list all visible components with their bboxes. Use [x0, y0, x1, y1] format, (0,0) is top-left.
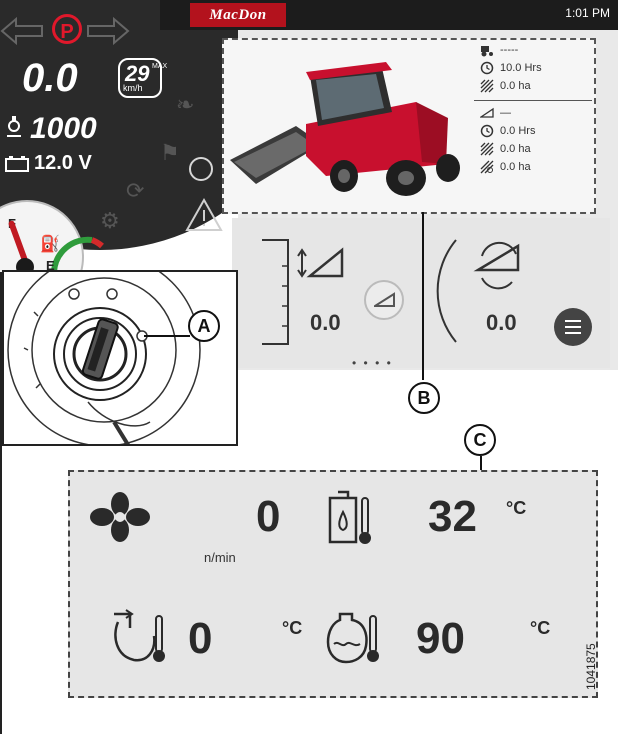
brand-logo: MacDon	[190, 3, 286, 27]
dashboard-panel: P 0.0 29 MAX km/h 1000 12.0 V ❧ ⚑ ⟳ ⚙ F …	[0, 0, 240, 272]
header-id: —	[500, 107, 511, 119]
engine-status-panel: 0 n/min 32 °C 0 °C 90 °C	[68, 470, 598, 698]
coolant-temp-icon	[326, 612, 379, 664]
header-tilt-value: 0.0	[486, 310, 517, 335]
hydraulic-oil-temp-icon	[328, 490, 371, 544]
header-icon	[480, 107, 494, 118]
max-label: MAX	[152, 63, 168, 70]
engine-hours-row: 10.0 Hrs	[474, 60, 592, 78]
header-hours: 0.0 Hrs	[500, 125, 536, 137]
coolant-temp-unit: °C	[530, 618, 551, 638]
intake-air-temp-icon	[114, 609, 165, 662]
engine-rpm: 1000	[30, 112, 97, 145]
intake-temp-unit: °C	[282, 618, 303, 638]
header-type-row: -----	[474, 42, 592, 60]
battery-icon	[5, 156, 29, 172]
area-row-2: 0.0 ha	[474, 141, 592, 159]
area-trip: 0.0 ha	[500, 161, 531, 173]
turn-left-icon	[0, 16, 43, 46]
max-speed-badge: 29 MAX km/h	[118, 58, 167, 98]
warning-icon	[185, 197, 223, 231]
ignition-switch-illustration	[7, 272, 201, 444]
ground-speed: 0.0	[22, 56, 78, 100]
settings-icon	[189, 157, 213, 181]
clock-icon	[480, 61, 494, 75]
coolant-temp-value: 90	[416, 614, 465, 663]
page-indicator[interactable]: • • • •	[352, 356, 393, 370]
fan-speed-value: 0	[256, 492, 281, 541]
parking-brake-icon: P	[52, 14, 82, 44]
header-type: -----	[500, 44, 519, 56]
speed-unit: km/h	[123, 83, 143, 93]
area-row-3: 0.0 ha	[474, 159, 592, 177]
menu-icon-line	[565, 332, 581, 334]
hydraulic-temp-value: 32	[428, 492, 477, 541]
tractor-icon	[481, 46, 493, 57]
ignition-key-inset	[2, 270, 238, 446]
figure-number: 1041875	[584, 643, 598, 690]
intake-temp-value: 0	[188, 614, 213, 663]
clock-icon	[480, 124, 494, 138]
wheel-icon: ⚙	[100, 208, 120, 233]
menu-icon	[565, 320, 581, 322]
area-icon	[480, 79, 494, 93]
header-float-icon: ⚑	[160, 140, 180, 165]
machine-stats: ----- 10.0 Hrs 0.0 ha — 0.0 Hrs 0.0 ha 0…	[474, 42, 592, 177]
engine-hours: 10.0 Hrs	[500, 62, 542, 74]
menu-icon-line	[565, 326, 581, 328]
fan-speed-unit: n/min	[204, 550, 236, 565]
header-height-value: 0.0	[310, 310, 341, 335]
area-trip-icon	[480, 160, 494, 174]
turn-right-icon	[87, 16, 130, 46]
clock: 1:01 PM	[565, 6, 610, 20]
area-icon	[480, 142, 494, 156]
callout-b: B	[408, 382, 440, 414]
header-id-row: —	[474, 105, 592, 123]
fuel-pump-icon: ⛽	[40, 236, 60, 253]
header-hours-row: 0.0 Hrs	[474, 123, 592, 141]
leaf-icon: ❧	[176, 92, 195, 117]
callout-line-b	[422, 212, 424, 380]
windrower-image	[230, 62, 460, 196]
callout-c: C	[464, 424, 496, 456]
reel-icon: ⟳	[126, 178, 145, 203]
system-voltage: 12.0 V	[34, 152, 92, 174]
engine-speed-icon	[7, 116, 21, 137]
menu-button[interactable]	[554, 308, 592, 346]
area-row-1: 0.0 ha	[474, 78, 592, 96]
hydraulic-temp-unit: °C	[506, 498, 527, 518]
divider	[474, 100, 592, 101]
area-header: 0.0 ha	[500, 143, 531, 155]
callout-line-a	[144, 335, 190, 337]
area-total: 0.0 ha	[500, 80, 531, 92]
header-float-toggle[interactable]	[364, 280, 404, 320]
fan-icon	[90, 492, 150, 542]
header-icon	[374, 292, 395, 307]
callout-a: A	[188, 310, 220, 342]
